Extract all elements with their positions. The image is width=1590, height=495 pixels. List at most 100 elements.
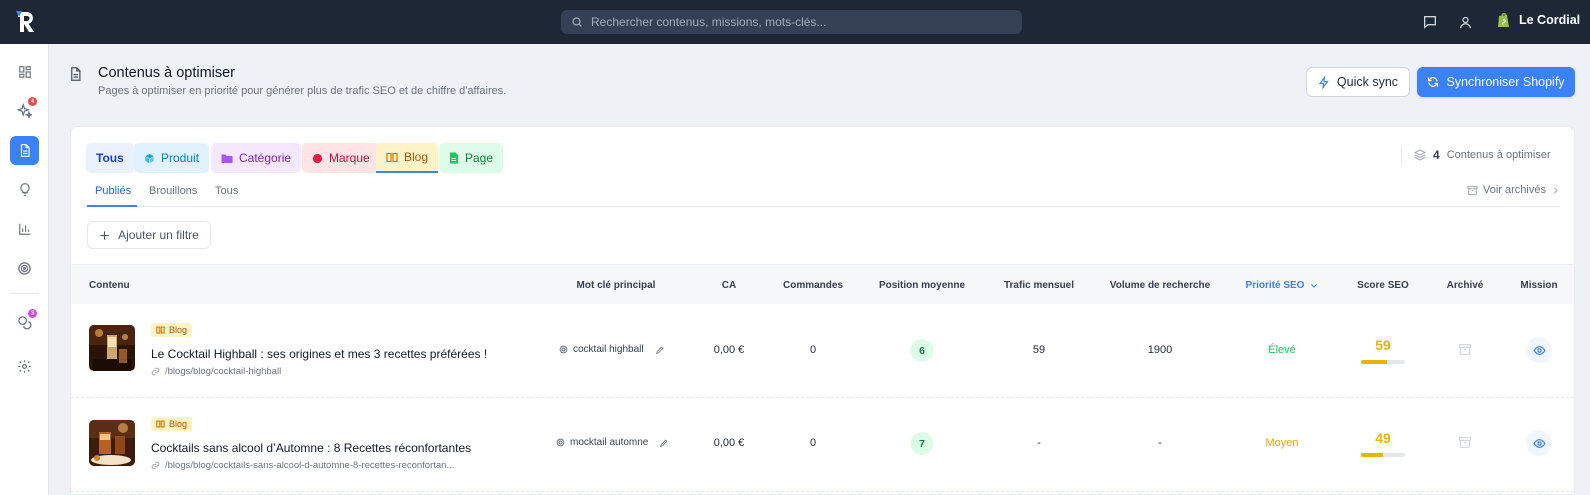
- position-badge: 6: [910, 339, 934, 362]
- archive-button[interactable]: [1459, 343, 1472, 356]
- global-search[interactable]: [561, 10, 1022, 34]
- store-selector[interactable]: Le Cordial: [1497, 12, 1580, 28]
- col-mission: Mission: [1520, 280, 1558, 291]
- tab-published[interactable]: Publiés: [95, 185, 131, 197]
- document-icon: [20, 144, 30, 157]
- mission-button[interactable]: [1526, 337, 1552, 363]
- tab-all[interactable]: Tous: [86, 143, 134, 173]
- target-icon: [18, 262, 31, 275]
- content-path[interactable]: /blogs/blog/cocktails-sans-alcool-d-auto…: [151, 460, 454, 471]
- score-bar: [1361, 360, 1405, 364]
- app-logo[interactable]: [14, 9, 38, 35]
- document-icon: [71, 67, 81, 81]
- archive-icon: [1467, 185, 1478, 195]
- sidebar-item-dashboard[interactable]: [10, 57, 39, 86]
- tab-brand-label: Marque: [329, 151, 370, 165]
- tab-product-label: Produit: [161, 151, 200, 165]
- archive-button[interactable]: [1459, 436, 1472, 449]
- status-tabs: Publiés Brouillons Tous Voir archivés: [87, 175, 1560, 207]
- contents-card: Tous Produit Catégorie Marque Blog Page …: [70, 126, 1575, 495]
- dashboard-icon: [18, 65, 31, 78]
- col-traffic[interactable]: Trafic mensuel: [1004, 280, 1074, 291]
- col-priority[interactable]: Priorité SEO: [1246, 280, 1319, 291]
- page-title: Contenus à optimiser: [98, 65, 236, 81]
- sidebar-item-settings[interactable]: [10, 352, 39, 381]
- main-keyword: cocktail highball: [559, 344, 665, 355]
- view-archived-link[interactable]: Voir archivés: [1467, 184, 1560, 196]
- book-icon: [386, 152, 398, 162]
- sidebar-item-ideas[interactable]: [10, 175, 39, 204]
- col-position[interactable]: Position moyenne: [879, 280, 965, 291]
- tab-brand[interactable]: Marque: [302, 143, 380, 173]
- col-content[interactable]: Contenu: [89, 280, 130, 291]
- col-revenue[interactable]: CA: [722, 280, 736, 291]
- eye-icon: [1532, 345, 1546, 355]
- tab-page-label: Page: [465, 151, 494, 165]
- target-icon: [559, 345, 568, 354]
- score-value: 59: [1375, 337, 1391, 353]
- tab-page[interactable]: Page: [439, 143, 504, 173]
- tab-status-all[interactable]: Tous: [215, 185, 238, 197]
- sync-shopify-button[interactable]: Synchroniser Shopify: [1417, 67, 1575, 97]
- revenue-value: 0,00 €: [713, 437, 745, 449]
- content-thumbnail: [89, 420, 135, 466]
- search-icon: [572, 17, 582, 27]
- table-row[interactable]: Blog Cocktails sans alcool d’Automne : 8…: [71, 398, 1574, 492]
- add-filter-label: Ajouter un filtre: [118, 228, 199, 242]
- folder-icon: [221, 154, 233, 163]
- chat-icon[interactable]: [1421, 13, 1439, 31]
- tab-drafts[interactable]: Brouillons: [149, 185, 197, 197]
- col-score[interactable]: Score SEO: [1357, 280, 1409, 291]
- tab-blog[interactable]: Blog: [376, 143, 439, 173]
- volume-value: -: [1158, 437, 1162, 449]
- sidebar-item-contents[interactable]: [10, 136, 39, 165]
- lightbulb-icon: [19, 183, 30, 196]
- target-icon: [556, 438, 565, 447]
- position-badge: 7: [910, 432, 934, 455]
- book-icon: [156, 326, 165, 334]
- score-bar-fill: [1361, 453, 1383, 457]
- col-keyword[interactable]: Mot clé principal: [577, 280, 656, 291]
- counter-label: Contenus à optimiser: [1446, 149, 1551, 161]
- file-icon: [450, 152, 458, 164]
- table-row[interactable]: Blog Le Cocktail Highball : ses origines…: [71, 304, 1574, 398]
- plus-icon: [100, 230, 109, 240]
- mission-button[interactable]: [1526, 430, 1552, 456]
- tab-all-label: Tous: [96, 151, 124, 165]
- score-bar-fill: [1361, 360, 1387, 364]
- sidebar-divider: [10, 293, 39, 294]
- table-header: Contenu Mot clé principal CA Commandes P…: [71, 264, 1574, 304]
- sidebar-item-credits[interactable]: 3: [10, 308, 39, 337]
- sidebar-item-goals[interactable]: [10, 254, 39, 283]
- search-input[interactable]: [591, 15, 1011, 29]
- col-orders[interactable]: Commandes: [783, 280, 843, 291]
- tab-product[interactable]: Produit: [134, 143, 210, 173]
- content-path-text: /blogs/blog/cocktails-sans-alcool-d-auto…: [165, 460, 455, 471]
- tab-category[interactable]: Catégorie: [211, 143, 302, 173]
- content-type-badge: Blog: [151, 323, 193, 337]
- content-title[interactable]: Le Cocktail Highball : ses origines et m…: [151, 347, 487, 361]
- bar-chart-icon: [18, 223, 30, 235]
- col-archived: Archivé: [1446, 280, 1484, 291]
- content-title[interactable]: Cocktails sans alcool d’Automne : 8 Rece…: [151, 441, 471, 455]
- lightning-icon: [1318, 75, 1329, 89]
- quick-sync-button[interactable]: Quick sync: [1306, 67, 1410, 97]
- pencil-icon[interactable]: [655, 345, 665, 355]
- sidebar-item-analytics[interactable]: [10, 214, 39, 243]
- orders-value: 0: [809, 344, 817, 356]
- eye-icon: [1532, 438, 1546, 448]
- col-priority-label: Priorité SEO: [1245, 280, 1305, 291]
- missions-badge: 4: [28, 97, 37, 106]
- priority-value: Moyen: [1265, 437, 1299, 449]
- score-bar: [1361, 453, 1405, 457]
- content-path[interactable]: /blogs/blog/cocktail-highball: [151, 366, 281, 377]
- link-icon: [151, 367, 160, 376]
- orders-value: 0: [809, 437, 817, 449]
- add-filter-button[interactable]: Ajouter un filtre: [87, 221, 211, 249]
- sidebar-item-missions[interactable]: 4: [10, 96, 39, 125]
- pencil-icon[interactable]: [659, 438, 669, 448]
- col-volume[interactable]: Volume de recherche: [1110, 280, 1210, 291]
- chevron-right-icon: [1554, 187, 1558, 193]
- active-tab-indicator: [87, 205, 137, 207]
- user-icon[interactable]: [1456, 13, 1474, 31]
